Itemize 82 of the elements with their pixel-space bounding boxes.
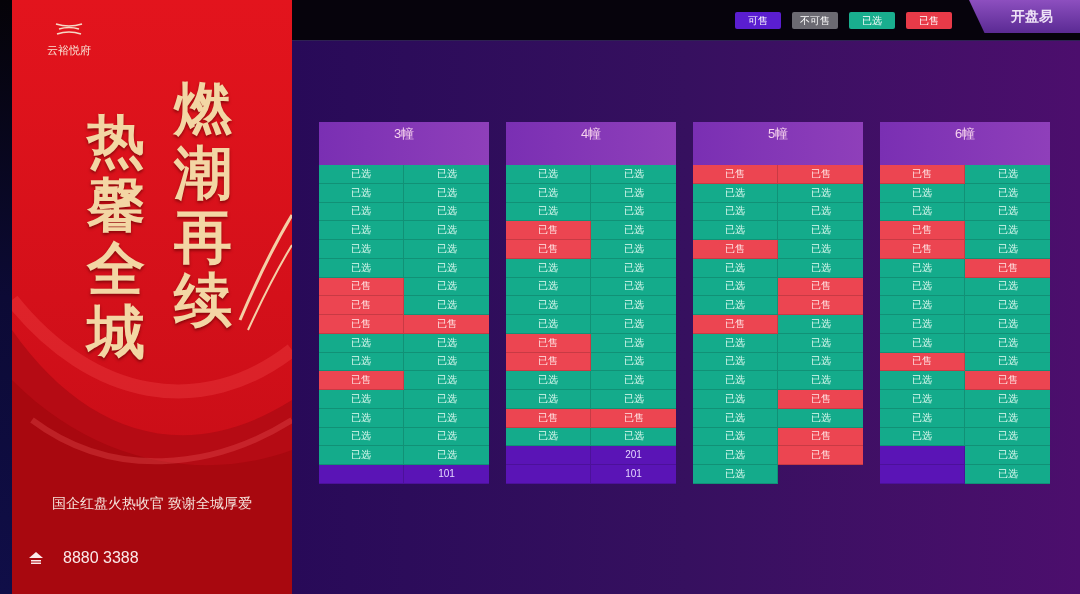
building-title: 5幢 — [767, 125, 789, 142]
phone-number: 8880 3388 — [63, 549, 139, 568]
unit-cell: 已售 — [778, 296, 863, 315]
unit-cell: 已选 — [965, 390, 1050, 409]
tagline-text: 国企红盘火热收官 致谢全城厚爱 — [52, 495, 252, 512]
unit-cell: 201 — [591, 446, 676, 465]
unit-cell: 已售 — [404, 315, 489, 334]
unit-cell: 已选 — [778, 315, 863, 334]
brand-name: 云裕悦府 — [47, 44, 91, 57]
unit-cell: 已选 — [591, 165, 676, 184]
unit-cell: 已选 — [693, 371, 778, 390]
house-logo-icon — [29, 552, 43, 565]
unit-cell: 已选 — [778, 221, 863, 240]
unit-cell: 已售 — [319, 296, 404, 315]
unit-cell: 已选 — [319, 221, 404, 240]
app-tab[interactable]: 开盘易 — [969, 0, 1080, 33]
unit-cell: 已选 — [778, 371, 863, 390]
unit-cell: 已选 — [693, 390, 778, 409]
unit-cell: 已选 — [965, 315, 1050, 334]
unit-cell: 已选 — [965, 165, 1050, 184]
unit-cell: 已选 — [591, 221, 676, 240]
unit-cell: 已选 — [693, 296, 778, 315]
unit-cell: 已选 — [693, 221, 778, 240]
unit-cell: 已售 — [880, 221, 965, 240]
unit-cell: 已选 — [591, 240, 676, 259]
headline-text: 燃潮再续 — [174, 78, 232, 334]
unit-cell: 已选 — [693, 446, 778, 465]
unit-cell: 已售 — [880, 240, 965, 259]
unit-cell: 101 — [591, 465, 676, 484]
unit-cell: 已售 — [880, 165, 965, 184]
unit-cell: 已选 — [591, 390, 676, 409]
unit-cell: 已选 — [506, 315, 591, 334]
unit-cell: 已选 — [506, 371, 591, 390]
unit-cell: 已选 — [404, 446, 489, 465]
unit-cell: 已选 — [880, 390, 965, 409]
legend-tag: 不可售 — [792, 12, 838, 29]
headline-text: 热馨全城 — [87, 110, 145, 366]
legend-tag: 已选 — [849, 12, 895, 29]
unit-cell: 已售 — [693, 240, 778, 259]
unit-cell: 已选 — [506, 296, 591, 315]
unit-cell: 已选 — [778, 240, 863, 259]
unit-cell: 已选 — [404, 165, 489, 184]
unit-cell: 已选 — [693, 465, 778, 484]
unit-cell: 已选 — [404, 296, 489, 315]
unit-cell: 已选 — [880, 296, 965, 315]
unit-cell: 已售 — [506, 240, 591, 259]
unit-cell: 已选 — [591, 315, 676, 334]
unit-cell: 已选 — [319, 165, 404, 184]
unit-cell: 已选 — [319, 240, 404, 259]
unit-cell: 已售 — [693, 165, 778, 184]
unit-cell: 已售 — [778, 165, 863, 184]
legend-tag: 可售 — [735, 12, 781, 29]
unit-cell: 已选 — [965, 296, 1050, 315]
legend-tag: 已售 — [906, 12, 952, 29]
unit-cell: 已选 — [319, 390, 404, 409]
unit-cell: 已售 — [319, 315, 404, 334]
unit-cell: 已选 — [880, 371, 965, 390]
unit-cell: 已选 — [319, 446, 404, 465]
unit-cell: 已选 — [404, 221, 489, 240]
unit-cell: 已选 — [506, 165, 591, 184]
unit-cell: 已售 — [965, 371, 1050, 390]
unit-cell: 已售 — [778, 446, 863, 465]
unit-cell: 已选 — [591, 371, 676, 390]
unit-cell: 已选 — [506, 390, 591, 409]
unit-cell: 已选 — [404, 390, 489, 409]
building-title: 3幢 — [393, 125, 415, 142]
unit-cell: 已售 — [319, 371, 404, 390]
unit-cell: 已选 — [965, 465, 1050, 484]
unit-cell: 已选 — [404, 240, 489, 259]
unit-cell: 已选 — [404, 371, 489, 390]
unit-cell: 101 — [404, 465, 489, 484]
unit-cell: 已选 — [965, 240, 1050, 259]
unit-cell: 已售 — [506, 221, 591, 240]
building-title: 4幢 — [580, 125, 602, 142]
unit-cell: 已选 — [965, 221, 1050, 240]
unit-cell: 已选 — [965, 446, 1050, 465]
building-title: 6幢 — [954, 125, 976, 142]
unit-cell: 已选 — [880, 315, 965, 334]
unit-cell: 已选 — [591, 296, 676, 315]
unit-cell: 已售 — [693, 315, 778, 334]
curved-lines-logo-icon — [55, 22, 83, 36]
unit-cell: 已售 — [778, 390, 863, 409]
